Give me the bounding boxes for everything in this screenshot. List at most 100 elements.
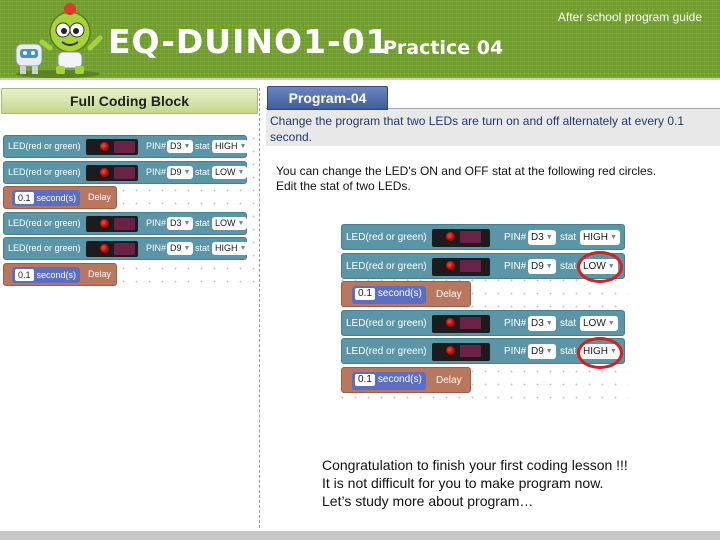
led-block[interactable]: LED(red or green) PIN# D9 ▼ stat LOW ▼ (3, 160, 248, 184)
seconds-value: 0.1 (15, 268, 34, 281)
stat-dropdown[interactable]: LOW ▼ (580, 315, 618, 331)
header-note: After school program guide (557, 10, 702, 24)
chevron-down-icon: ▼ (239, 143, 247, 151)
seconds-input[interactable]: 0.1 second(s) (12, 190, 81, 206)
led-block-label: LED(red or green) (346, 346, 427, 357)
led-block[interactable]: LED(red or green) PIN# D3 ▼ stat HIGH ▼ (3, 135, 250, 158)
pin-label: PIN# (504, 346, 527, 357)
pin-dropdown[interactable]: D9 ▼ (167, 242, 194, 255)
delay-block[interactable]: 0.1 second(s) Delay (341, 281, 471, 307)
led-block[interactable]: LED(red or green) PIN# D3 ▼ stat HIGH ▼ (341, 224, 625, 250)
pin-label: PIN# (146, 166, 167, 177)
led-block-label: LED(red or green) (346, 232, 427, 243)
led-block-label: LED(red or green) (8, 141, 81, 151)
description-line: Change the program that two LEDs are tur… (270, 114, 685, 128)
congrats-line: Let’s study more about program… (322, 493, 534, 509)
seconds-input[interactable]: 0.1 second(s) (352, 286, 426, 304)
tab-full-coding-block[interactable]: Full Coding Block (1, 88, 258, 114)
pin-label: PIN# (504, 260, 527, 272)
instruction-text: You can change the LED's ON and OFF stat… (276, 164, 656, 194)
delay-label: Delay (88, 192, 112, 202)
module-chip-icon (460, 259, 481, 272)
led-block-label: LED(red or green) (8, 166, 81, 177)
panel-divider (259, 88, 260, 528)
footer-bar (0, 531, 720, 540)
seconds-unit: second(s) (377, 288, 422, 299)
stat-dropdown[interactable]: HIGH ▼ (580, 230, 620, 245)
led-icon (100, 167, 109, 177)
stat-dropdown[interactable]: LOW ▼ (212, 165, 248, 179)
chevron-down-icon: ▼ (183, 143, 191, 151)
code-workspace-left[interactable]: LED(red or green) PIN# D3 ▼ stat HIGH ▼ LED(red… (0, 132, 258, 288)
pin-value: D9 (170, 243, 182, 253)
stat-value: LOW (215, 166, 236, 177)
chevron-down-icon: ▼ (183, 245, 191, 253)
pin-value: D3 (531, 232, 544, 244)
pin-value: D3 (170, 217, 182, 228)
pin-value: D9 (531, 346, 544, 358)
led-module-image (86, 241, 138, 257)
delay-block[interactable]: 0.1 second(s) Delay (341, 366, 471, 393)
pin-dropdown[interactable]: D9 ▼ (528, 258, 556, 274)
led-module-image (86, 164, 138, 181)
stat-label: stat (195, 217, 210, 228)
tab-program-04[interactable]: Program-04 (267, 86, 388, 110)
robot-mascot-icon (15, 3, 103, 78)
pin-dropdown[interactable]: D3 ▼ (167, 140, 194, 153)
chevron-down-icon: ▼ (239, 245, 247, 253)
led-icon (446, 260, 455, 270)
stat-label: stat (195, 141, 210, 151)
chevron-down-icon: ▼ (237, 219, 245, 227)
module-chip-icon (460, 231, 481, 243)
led-icon (446, 346, 455, 355)
pin-dropdown[interactable]: D9 ▼ (167, 165, 194, 179)
seconds-input[interactable]: 0.1 second(s) (12, 266, 81, 283)
module-chip-icon (114, 141, 135, 153)
header-divider (0, 78, 720, 80)
led-module-image (86, 139, 138, 155)
instruction-line: You can change the LED's ON and OFF stat… (276, 164, 657, 178)
delay-block[interactable]: 0.1 second(s) Delay (3, 186, 117, 209)
led-block[interactable]: LED(red or green) PIN# D3 ▼ stat LOW ▼ (341, 309, 625, 336)
chevron-down-icon: ▼ (545, 319, 553, 327)
module-chip-icon (114, 243, 135, 255)
led-block[interactable]: LED(red or green) PIN# D3 ▼ stat LOW ▼ (3, 211, 248, 235)
delay-block[interactable]: 0.1 second(s) Delay (3, 262, 117, 286)
module-chip-icon (460, 316, 481, 329)
module-chip-icon (114, 217, 135, 230)
pin-label: PIN# (146, 217, 167, 228)
stat-label: stat (560, 317, 577, 329)
pin-dropdown[interactable]: D3 ▼ (167, 216, 194, 230)
stat-dropdown[interactable]: LOW ▼ (212, 216, 248, 230)
program-description: Change the program that two LEDs are tur… (270, 113, 684, 145)
stat-label: stat (560, 260, 577, 272)
pin-dropdown[interactable]: D3 ▼ (528, 315, 556, 331)
stat-dropdown[interactable]: HIGH ▼ (212, 242, 250, 255)
led-icon (100, 244, 109, 253)
stat-dropdown[interactable]: HIGH ▼ (212, 140, 250, 153)
led-block[interactable]: LED(red or green) PIN# D9 ▼ stat HIGH ▼ (3, 237, 250, 260)
page-subtitle: Practice 04 (383, 37, 504, 59)
seconds-unit: second(s) (36, 193, 77, 203)
led-icon (446, 317, 455, 327)
pin-label: PIN# (504, 317, 527, 329)
seconds-input[interactable]: 0.1 second(s) (352, 371, 426, 390)
pin-dropdown[interactable]: D9 ▼ (528, 344, 556, 359)
pin-label: PIN# (146, 141, 167, 151)
code-workspace-right[interactable]: LED(red or green) PIN# D3 ▼ stat HIGH ▼ LED(red… (336, 222, 628, 400)
chevron-down-icon: ▼ (610, 234, 617, 241)
led-module-image (432, 343, 490, 361)
led-module-image (432, 257, 490, 276)
congratulation-text: Congratulation to finish your first codi… (322, 456, 628, 510)
pin-dropdown[interactable]: D3 ▼ (528, 230, 556, 245)
stat-label: stat (195, 166, 210, 177)
pin-value: D3 (531, 317, 544, 329)
led-module-image (86, 215, 138, 232)
stat-value: HIGH (215, 141, 238, 151)
seconds-unit: second(s) (377, 373, 422, 385)
congrats-line: Congratulation to finish your first codi… (322, 457, 628, 473)
chevron-down-icon: ▼ (607, 319, 615, 327)
led-icon (100, 218, 109, 228)
chevron-down-icon: ▼ (545, 234, 553, 241)
description-line: second. (270, 130, 313, 144)
